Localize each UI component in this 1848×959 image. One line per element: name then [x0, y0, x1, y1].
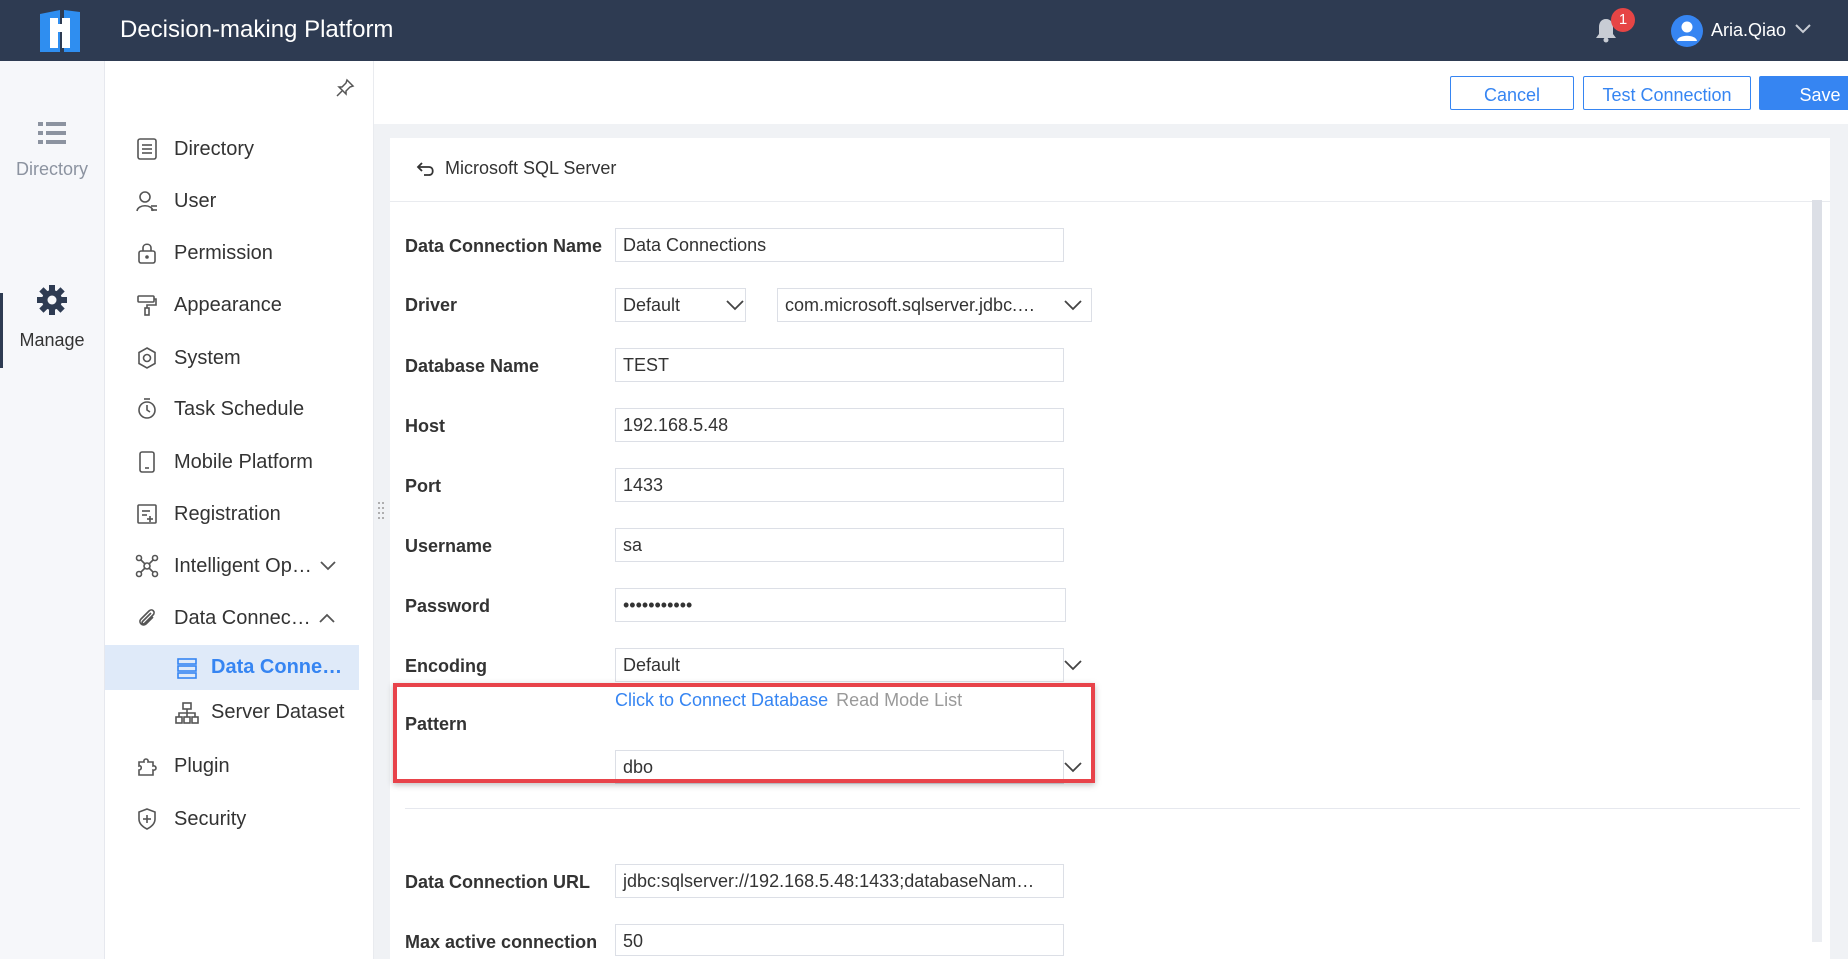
directory-icon [137, 138, 157, 160]
username-input[interactable]: sa [615, 528, 1064, 562]
connection-name-label: Data Connection Name [405, 236, 603, 256]
menu-label: Directory [174, 137, 255, 160]
submenu-item-data-connection[interactable]: Data Conne… [105, 645, 359, 690]
menu-item-appearance[interactable]: Appearance [105, 282, 373, 328]
database-name-input[interactable]: TEST [615, 348, 1064, 382]
menu-label: Server Dataset [211, 701, 345, 723]
menu-item-registration[interactable]: Registration [105, 491, 373, 537]
gear-icon [37, 285, 67, 315]
app-logo-icon [40, 10, 80, 52]
chevron-down-icon[interactable] [1795, 24, 1811, 34]
menu-label: Appearance [174, 293, 282, 316]
paperclip-icon [139, 609, 155, 626]
section-divider [405, 808, 1800, 809]
menu-label: Data Conne… [211, 656, 343, 678]
avatar[interactable] [1671, 15, 1703, 47]
module-rail [0, 61, 105, 959]
menu-label: Plugin [174, 754, 230, 777]
username[interactable]: Aria.Qiao [1711, 20, 1786, 41]
timer-icon [138, 398, 156, 419]
rail-label-directory: Directory [15, 159, 88, 179]
max-active-input[interactable]: 50 [615, 924, 1064, 956]
resize-grip-icon[interactable] [377, 500, 385, 522]
menu-label: Intelligent Op… [174, 554, 312, 577]
encoding-label: Encoding [405, 656, 487, 676]
menu-item-directory[interactable]: Directory [105, 126, 373, 172]
lock-icon [138, 243, 156, 264]
save-button[interactable]: Save [1759, 76, 1848, 110]
back-arrow-icon[interactable] [416, 159, 436, 179]
scrollbar-thumb[interactable] [1812, 200, 1822, 700]
menu-label: Security [174, 807, 247, 830]
connection-form-panel [390, 138, 1830, 959]
menu-label: Data Connec… [174, 606, 311, 629]
database-name-label: Database Name [405, 356, 540, 376]
menu-label: Mobile Platform [174, 450, 313, 473]
list-icon [38, 122, 66, 144]
sitemap-icon [175, 701, 199, 724]
chevron-down-icon [1064, 660, 1082, 671]
encoding-select[interactable]: Default [615, 648, 1064, 682]
rail-item-directory[interactable]: Directory [0, 120, 104, 180]
registration-icon [137, 504, 157, 524]
chevron-down-icon [1064, 300, 1082, 311]
settings-icon [138, 347, 156, 369]
port-label: Port [405, 476, 441, 496]
rail-label-manage: Manage [19, 330, 85, 350]
mobile-icon [139, 451, 155, 473]
cancel-button[interactable]: Cancel [1450, 76, 1574, 110]
notification-badge: 1 [1611, 8, 1635, 32]
form-title: Microsoft SQL Server [445, 158, 617, 178]
driver-label: Driver [405, 295, 458, 315]
pin-icon[interactable] [335, 78, 355, 98]
menu-item-security[interactable]: Security [105, 796, 373, 842]
menu-item-intelligent-ops[interactable]: Intelligent Op… [105, 543, 373, 589]
menu-item-system[interactable]: System [105, 335, 373, 381]
username-label: Username [405, 536, 493, 556]
url-label: Data Connection URL [405, 872, 591, 892]
driver-class-select[interactable]: com.microsoft.sqlserver.jdbc.… [777, 288, 1092, 322]
host-input[interactable]: 192.168.5.48 [615, 408, 1064, 442]
rail-item-manage[interactable]: Manage [0, 283, 104, 351]
menu-label: System [174, 346, 241, 369]
menu-item-mobile-platform[interactable]: Mobile Platform [105, 439, 373, 485]
test-connection-button[interactable]: Test Connection [1583, 76, 1751, 110]
menu-label: Permission [174, 241, 273, 264]
menu-label: User [174, 189, 217, 212]
chevron-down-icon [320, 561, 336, 571]
user-icon [136, 191, 157, 212]
top-bar: Decision-making Platform 1 Aria.Qiao [0, 0, 1848, 61]
menu-item-plugin[interactable]: Plugin [105, 743, 373, 789]
user-avatar-icon [1677, 21, 1697, 41]
shield-icon [138, 808, 156, 830]
menu-label: Registration [174, 502, 281, 525]
paint-roller-icon [137, 295, 157, 316]
puzzle-icon [138, 758, 157, 776]
max-active-label: Max active connection [405, 932, 598, 952]
database-icon [177, 657, 197, 679]
menu-item-permission[interactable]: Permission [105, 230, 373, 276]
app-title: Decision-making Platform [120, 16, 394, 43]
port-input[interactable]: 1433 [615, 468, 1064, 502]
network-icon [135, 554, 159, 578]
password-label: Password [405, 596, 491, 616]
host-label: Host [405, 416, 445, 436]
submenu-item-server-dataset[interactable]: Server Dataset [105, 690, 359, 735]
chevron-down-icon [726, 300, 744, 311]
menu-label: Task Schedule [174, 397, 305, 420]
menu-item-task-schedule[interactable]: Task Schedule [105, 386, 373, 432]
chevron-up-icon [319, 613, 335, 623]
password-input[interactable]: ••••••••••• [615, 588, 1066, 622]
connection-name-input[interactable]: Data Connections [615, 228, 1064, 262]
menu-item-user[interactable]: User [105, 178, 373, 224]
menu-item-data-connection[interactable]: Data Connec… [105, 595, 373, 641]
highlight-annotation [393, 683, 1095, 783]
url-input[interactable]: jdbc:sqlserver://192.168.5.48:1433;datab… [615, 864, 1064, 898]
